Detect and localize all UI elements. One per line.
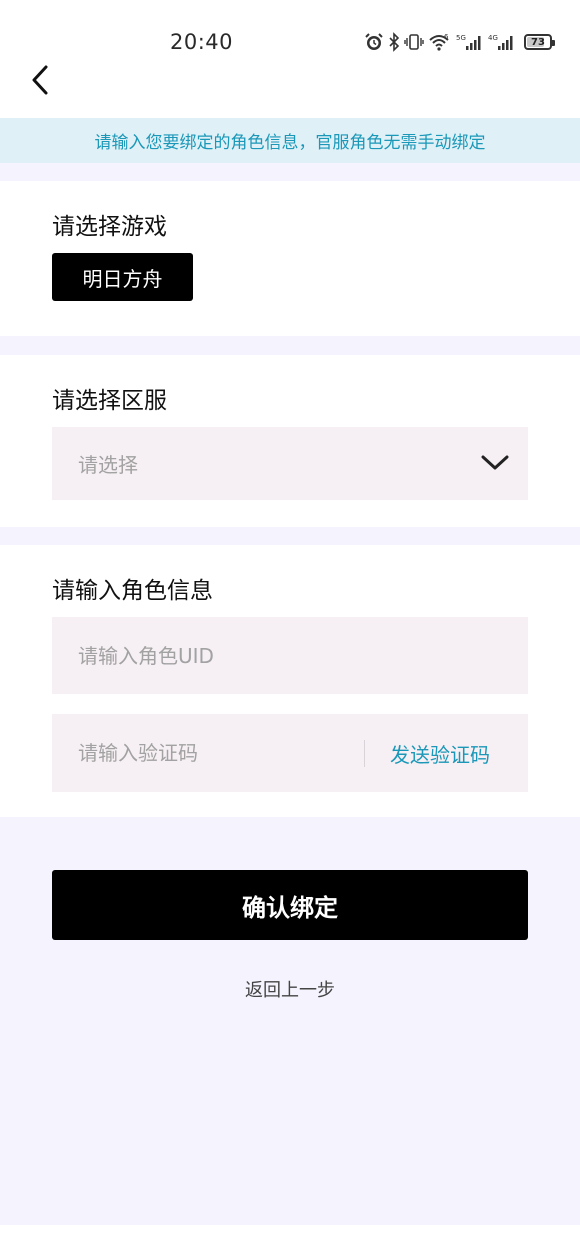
alarm-icon: [365, 33, 383, 50]
status-time: 20:40: [170, 30, 234, 54]
chevron-left-icon: [32, 65, 48, 95]
network-5g-label: 5G: [456, 34, 466, 42]
top-bar: 20:40 6 5G 4G 73: [0, 0, 580, 118]
wifi-badge: 6: [444, 33, 449, 41]
signal-4g-icon: 4G: [488, 34, 513, 50]
server-section-title: 请选择区服: [52, 388, 167, 414]
verification-code-input[interactable]: [52, 714, 364, 792]
role-section-title: 请输入角色信息: [52, 578, 213, 604]
battery-level: 73: [531, 36, 545, 48]
game-section-title: 请选择游戏: [52, 214, 167, 240]
server-select[interactable]: 请选择: [52, 427, 528, 500]
server-select-placeholder: 请选择: [78, 453, 138, 477]
bluetooth-icon: [389, 32, 400, 52]
wifi-icon: 6: [429, 33, 449, 51]
bind-role-page: 20:40 6 5G 4G 73 请输入您要绑定的角色信息，官服角色无需手动绑定…: [0, 0, 580, 1257]
uid-input[interactable]: [52, 617, 528, 694]
back-button[interactable]: [20, 60, 60, 100]
confirm-bind-button[interactable]: 确认绑定: [52, 870, 528, 940]
send-code-button[interactable]: 发送验证码: [390, 714, 490, 792]
chevron-down-icon: [481, 455, 509, 470]
network-4g-label: 4G: [488, 34, 498, 42]
verification-code-row: 发送验证码: [52, 714, 528, 792]
role-section: 请输入角色信息 发送验证码: [0, 545, 580, 817]
code-divider: [364, 740, 365, 767]
bottom-strip: [0, 1225, 580, 1257]
server-section: 请选择区服 请选择: [0, 355, 580, 527]
notice-banner: 请输入您要绑定的角色信息，官服角色无需手动绑定: [0, 118, 580, 163]
signal-5g-icon: 5G: [456, 34, 481, 50]
battery-icon: 73: [524, 34, 555, 50]
back-step-link[interactable]: 返回上一步: [0, 976, 580, 1002]
game-option-selected[interactable]: 明日方舟: [52, 253, 193, 301]
status-icons: 6 5G 4G 73: [364, 30, 555, 54]
game-section: 请选择游戏 明日方舟: [0, 181, 580, 336]
vibrate-icon: [404, 34, 424, 50]
